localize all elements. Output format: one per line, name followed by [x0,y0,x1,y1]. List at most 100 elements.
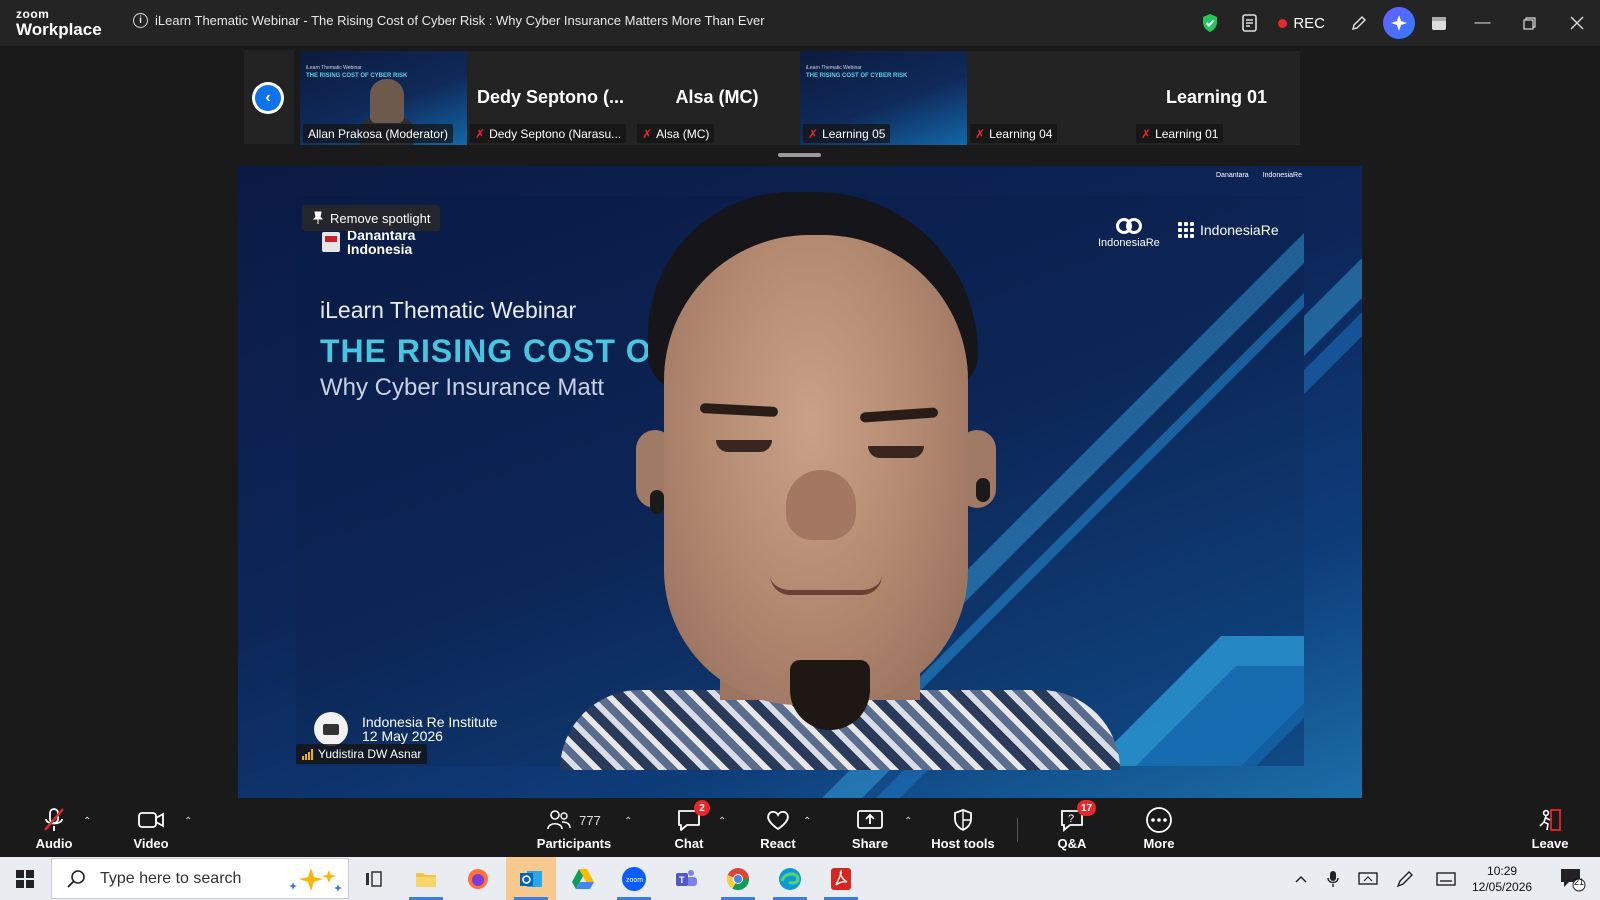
notes-icon[interactable] [1230,0,1270,46]
thumbnail-learning-04[interactable]: ✗ Learning 04 [967,51,1133,145]
search-icon [67,869,85,888]
thumbnail-learning-05[interactable]: iLearn Thematic Webinar THE RISING COST … [800,51,967,145]
audio-caret-icon[interactable]: ⌃ [83,816,91,827]
thumbnail-label: ✗ Learning 04 [970,124,1058,143]
thumbnail-label: ✗ Alsa (MC) [637,124,715,143]
signal-strength-icon [302,748,313,760]
thumbnail-label: ✗ Learning 05 [803,124,891,143]
video-caret-icon[interactable]: ⌃ [184,816,192,827]
minimize-button[interactable]: — [1459,0,1506,46]
audio-button[interactable]: Audio [9,806,99,851]
previous-page-button[interactable]: ‹ [252,82,284,114]
file-explorer-icon[interactable] [401,857,451,900]
mic-muted-icon: ✗ [975,126,986,141]
svg-text:zoom: zoom [626,877,643,884]
annotate-pencil-icon[interactable] [1339,0,1379,46]
outlook-icon[interactable] [506,857,556,900]
touch-keyboard-icon[interactable] [1433,857,1459,900]
google-drive-icon[interactable] [558,857,608,900]
thumbnail-name: Learning 04 [989,126,1053,141]
mic-muted-icon: ✗ [642,126,653,141]
zoom-app-icon[interactable]: zoom [609,857,659,900]
show-hidden-icons-chevron-icon[interactable] [1288,857,1314,900]
participants-caret-icon[interactable]: ⌃ [624,816,632,827]
thumbnail-learning-01[interactable]: Learning 01 ✗ Learning 01 [1133,51,1300,145]
restore-button[interactable] [1506,0,1553,46]
share-screen-icon [856,806,884,834]
network-tray-icon[interactable] [1355,857,1381,900]
share-caret-icon[interactable]: ⌃ [904,816,912,827]
qa-label: Q&A [1057,836,1087,851]
thumbnail-name: Allan Prakosa (Moderator) [308,126,449,141]
security-shield-icon[interactable] [1190,0,1230,46]
participants-icon: 777 [547,806,601,834]
thumbnail-alsa[interactable]: Alsa (MC) ✗ Alsa (MC) [634,51,800,145]
thumbnail-label: ✗ Learning 01 [1136,124,1224,143]
edge-icon[interactable] [765,857,815,900]
chat-icon: 2 [676,800,710,834]
info-icon[interactable]: i [133,13,148,28]
thumbnail-bigname: Learning 01 [1165,87,1268,107]
acrobat-icon[interactable] [816,857,866,900]
chevron-left-icon: ‹ [255,85,281,111]
host-tools-button[interactable]: Host tools [918,806,1008,851]
thumb-person-head [370,79,404,123]
chat-badge: 2 [694,800,710,816]
react-button[interactable]: React [733,806,823,851]
pen-tray-icon[interactable] [1392,857,1418,900]
qa-button[interactable]: ? 17 Q&A [1027,800,1117,851]
thumbnail-label: ✗ Dedy Septono (Narasu... [470,124,627,143]
ai-companion-button[interactable] [1379,0,1419,46]
thumbnail-bigname: Alsa (MC) [675,87,759,107]
thumbnail-allan[interactable]: iLearn Thematic Webinar THE RISING COST … [300,51,467,145]
apps-icon[interactable] [1419,0,1459,46]
rec-label: REC [1293,14,1325,32]
search-highlight-icon [289,867,343,892]
more-dots-icon [1145,806,1173,834]
toolbar-divider [1017,818,1018,842]
taskbar-search-input[interactable]: Type here to search [51,858,349,899]
thumbnail-dedy[interactable]: Dedy Septono (... ✗ Dedy Septono (Narasu… [467,51,634,145]
close-button[interactable] [1553,0,1600,46]
microphone-tray-icon[interactable] [1320,857,1346,900]
share-button[interactable]: Share [825,806,915,851]
top-logo-re: IndonesiaRe [1262,172,1303,179]
record-dot-icon [1278,18,1288,28]
thumbnail-name: Dedy Septono (Narasu... [489,126,622,141]
task-view-icon[interactable] [350,857,400,900]
org-line2: Indonesia [347,241,413,257]
chat-button[interactable]: 2 Chat [644,800,734,851]
remove-spotlight-button[interactable]: Remove spotlight [302,205,441,231]
taskbar-clock[interactable]: 10:29 12/05/2026 [1472,863,1532,895]
search-placeholder: Type here to search [100,869,242,887]
meeting-title: iLearn Thematic Webinar - The Rising Cos… [155,13,765,28]
leave-door-icon [1537,806,1563,834]
earbud-right [976,478,990,502]
participants-button[interactable]: 777 Participants [529,806,619,851]
logo-re-text: IndonesiaRe [1098,237,1160,249]
thumbnail-name: Alsa (MC) [656,126,710,141]
slide-tagline: Why Cyber Insurance Matt [320,374,605,401]
meeting-info[interactable]: i iLearn Thematic Webinar - The Rising C… [133,13,765,28]
recording-indicator[interactable]: REC [1270,15,1339,32]
windows-taskbar: Type here to search zoom T 10:29 12/05/2… [0,857,1600,900]
start-button[interactable] [0,857,50,900]
more-button[interactable]: More [1114,806,1204,851]
share-label: Share [851,836,889,851]
teams-icon[interactable]: T [661,857,711,900]
video-button[interactable]: Video [106,806,196,851]
earbud-left [650,490,664,514]
leave-button[interactable]: Leave [1505,806,1595,851]
react-caret-icon[interactable]: ⌃ [803,816,811,827]
chrome-icon[interactable] [713,857,763,900]
zoom-watermark: Indonesia Re Institute 12 May 2026 [314,712,497,746]
clock-time: 10:29 [1487,864,1518,878]
firefox-icon[interactable] [453,857,503,900]
indonesiare-logo: IndonesiaRe [1098,218,1160,249]
react-label: React [760,836,796,851]
audio-label: Audio [35,836,73,851]
notification-center-button[interactable]: 21 [1552,857,1592,900]
chat-caret-icon[interactable]: ⌃ [718,816,726,827]
strip-scroll-indicator[interactable] [778,153,821,157]
video-label: Video [133,836,169,851]
